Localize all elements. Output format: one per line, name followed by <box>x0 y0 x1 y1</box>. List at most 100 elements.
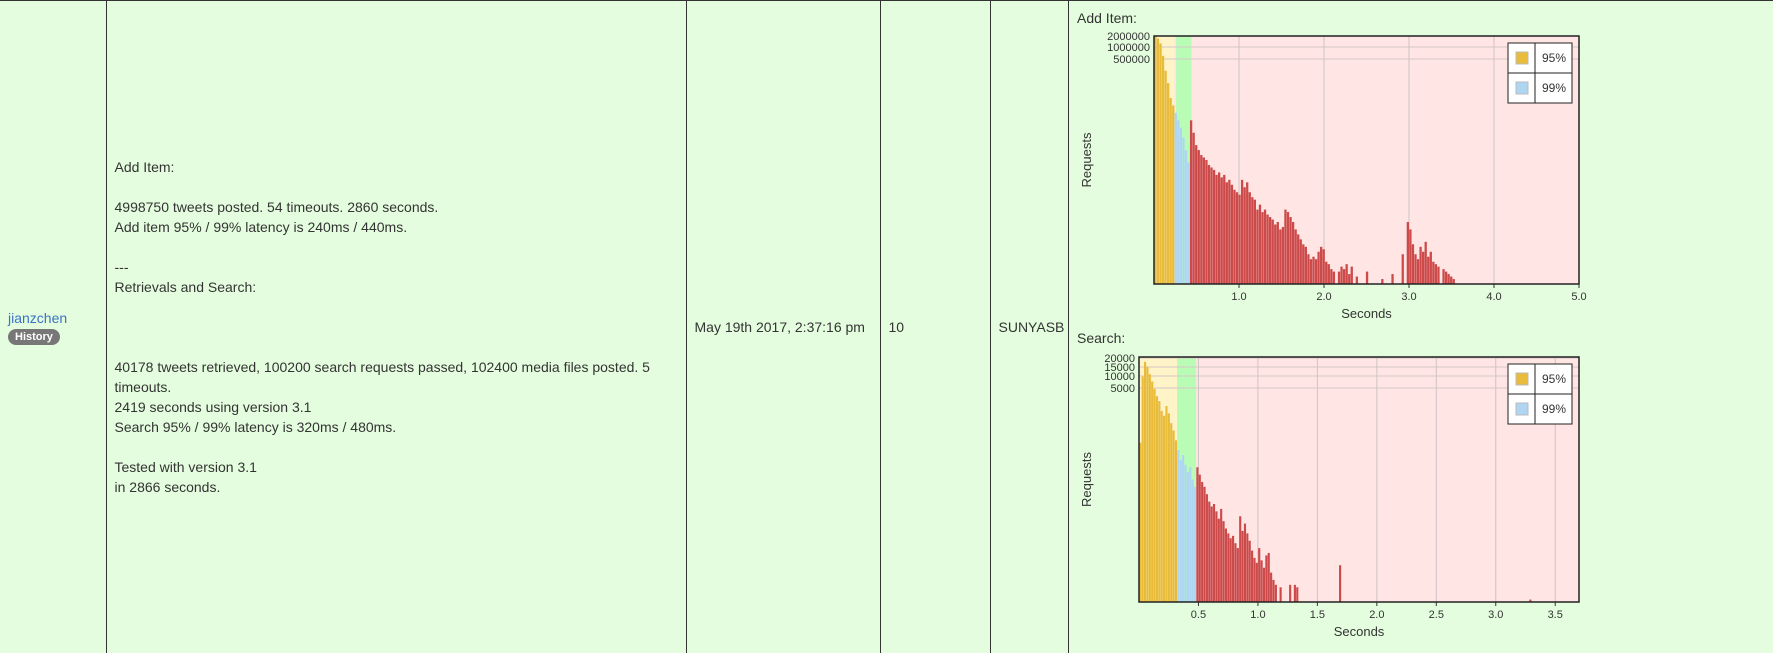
histogram-bar <box>1205 494 1207 602</box>
histogram-bar <box>1337 272 1339 284</box>
histogram-bar <box>1299 239 1301 284</box>
histogram-bar <box>1156 38 1158 284</box>
chart-title: Add Item: <box>1077 10 1137 26</box>
legend-label: 99% <box>1541 402 1565 416</box>
histogram-bar <box>1262 568 1264 602</box>
histogram-bar <box>1230 185 1232 284</box>
histogram-bar <box>1235 192 1237 284</box>
histogram-bar <box>1151 382 1153 603</box>
histogram-bar <box>1270 573 1272 602</box>
x-tick-label: 3.0 <box>1488 609 1503 621</box>
histogram-bar <box>1227 533 1229 602</box>
histogram-bar <box>1223 175 1225 284</box>
histogram-bar <box>1236 548 1238 602</box>
histogram-bar <box>1248 192 1250 284</box>
x-tick-label: 3.0 <box>1401 291 1416 303</box>
histogram-bar <box>1186 472 1188 602</box>
histogram-bar <box>1202 158 1204 284</box>
histogram-bar <box>1269 217 1271 284</box>
histogram-bar <box>1189 467 1191 602</box>
histogram-bar <box>1437 267 1439 284</box>
histogram-bar <box>1274 224 1276 284</box>
x-tick-label: 5.0 <box>1571 291 1586 303</box>
tested-line-2: in 2866 seconds. <box>115 477 678 497</box>
legend-label: 95% <box>1541 372 1565 386</box>
histogram-bar <box>1191 480 1193 603</box>
histogram-bar <box>1241 531 1243 602</box>
histogram-bar <box>1339 565 1341 602</box>
histogram-bar <box>1255 563 1257 602</box>
histogram-bar <box>1184 465 1186 602</box>
separator: --- <box>115 257 678 277</box>
histogram-bar <box>1238 195 1240 284</box>
histogram-bar <box>1251 197 1253 284</box>
histogram-bar <box>1291 222 1293 284</box>
histogram-bar <box>1309 259 1311 284</box>
histogram-bar <box>1165 406 1167 602</box>
histogram-bar <box>1182 455 1184 602</box>
histogram-bar <box>1263 210 1265 284</box>
chart-legend: 95%99% <box>1508 43 1572 103</box>
histogram-bar <box>1179 128 1181 284</box>
histogram-bar <box>1260 560 1262 602</box>
histogram-bar <box>1200 155 1202 284</box>
histogram-bar <box>1444 272 1446 284</box>
histogram-bar <box>1159 43 1161 284</box>
histogram-bar <box>1406 222 1408 284</box>
histogram-bar <box>1325 262 1327 284</box>
histogram-bar <box>1220 177 1222 284</box>
username-link[interactable]: jianzchen <box>8 310 98 326</box>
histogram-bar <box>1279 587 1281 602</box>
histogram-bar <box>1167 83 1169 284</box>
histogram-bar <box>1258 548 1260 602</box>
histogram-bar <box>1246 533 1248 602</box>
histogram-bar <box>1239 516 1241 602</box>
histogram-bar <box>1158 401 1160 602</box>
histogram-bar <box>1429 252 1431 284</box>
charts-cell: Add Item:200000010000005000001.02.03.04.… <box>1068 1 1773 653</box>
histogram-bar <box>1215 175 1217 284</box>
histogram-bar <box>1197 150 1199 284</box>
details-cell: Add Item: 4998750 tweets posted. 54 time… <box>106 1 686 653</box>
histogram-bar <box>1391 274 1393 284</box>
x-tick-label: 2.5 <box>1428 609 1443 621</box>
histogram-bar <box>1293 585 1295 602</box>
histogram-bar <box>1203 487 1205 602</box>
histogram-bar <box>1365 272 1367 284</box>
x-axis-label: Seconds <box>1341 306 1392 321</box>
chart-legend: 95% 99% <box>1508 364 1572 424</box>
histogram-bar <box>1163 416 1165 602</box>
histogram-bar <box>1296 587 1298 602</box>
histogram-bar <box>1234 543 1236 602</box>
histogram-bar <box>1340 267 1342 284</box>
histogram-bar <box>1442 269 1444 284</box>
histogram-bar <box>1450 277 1452 284</box>
histogram-bar <box>1294 229 1296 284</box>
history-badge[interactable]: History <box>8 329 60 345</box>
x-tick-label: 0.5 <box>1190 609 1205 621</box>
histogram-bar <box>1330 269 1332 284</box>
histogram-bar <box>1256 210 1258 284</box>
histogram-bar <box>1240 180 1242 284</box>
histogram-bar <box>1143 362 1145 602</box>
histogram-bar <box>1179 460 1181 602</box>
histogram-bar <box>1432 262 1434 284</box>
histogram-bar <box>1276 222 1278 284</box>
histogram-bar <box>1167 413 1169 602</box>
x-tick-label: 1.5 <box>1309 609 1324 621</box>
histogram-bar <box>1172 431 1174 603</box>
histogram-bar <box>1160 411 1162 602</box>
histogram-bar <box>1414 254 1416 284</box>
histogram-bar <box>1233 190 1235 284</box>
histogram-bar <box>1312 257 1314 284</box>
search-line-2: 2419 seconds using version 3.1 <box>115 397 678 417</box>
histogram-bar <box>1229 538 1231 602</box>
histogram-bar <box>1182 138 1184 284</box>
histogram-bar <box>1192 133 1194 284</box>
histogram-bar <box>1267 553 1269 602</box>
histogram-bar <box>1231 536 1233 602</box>
histogram-bar <box>1297 234 1299 284</box>
x-tick-label: 2.0 <box>1369 609 1384 621</box>
histogram-bar <box>1155 396 1157 602</box>
histogram-bar <box>1225 182 1227 284</box>
